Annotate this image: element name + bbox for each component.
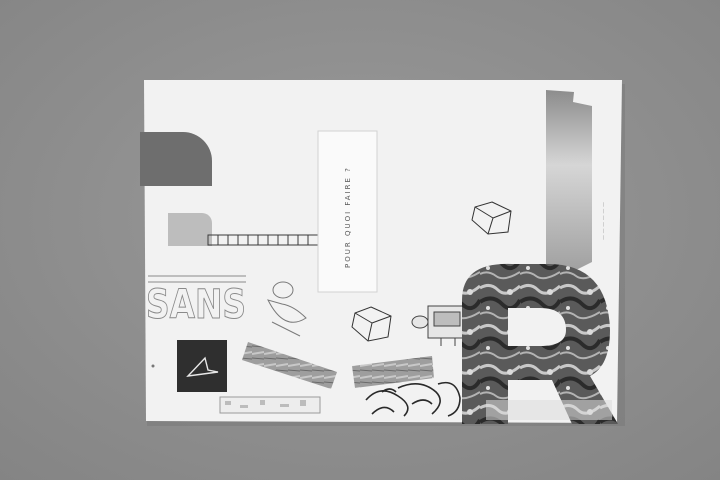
- photo-scene: POUR QUOI FAIRE ? SANS — — — — — —: [0, 0, 720, 480]
- svg-text:SANS: SANS: [146, 282, 246, 328]
- bucket-shape: [168, 213, 212, 246]
- grey-photo-strip: [546, 90, 592, 278]
- grey-tab: [140, 132, 212, 186]
- plus-mark: [151, 364, 155, 368]
- sans-lettering: SANS: [146, 275, 247, 329]
- dark-square: [177, 340, 227, 392]
- vertical-caption: POUR QUOI FAIRE ?: [344, 166, 352, 268]
- small-vertical-dashes: — — — — — —: [601, 202, 607, 240]
